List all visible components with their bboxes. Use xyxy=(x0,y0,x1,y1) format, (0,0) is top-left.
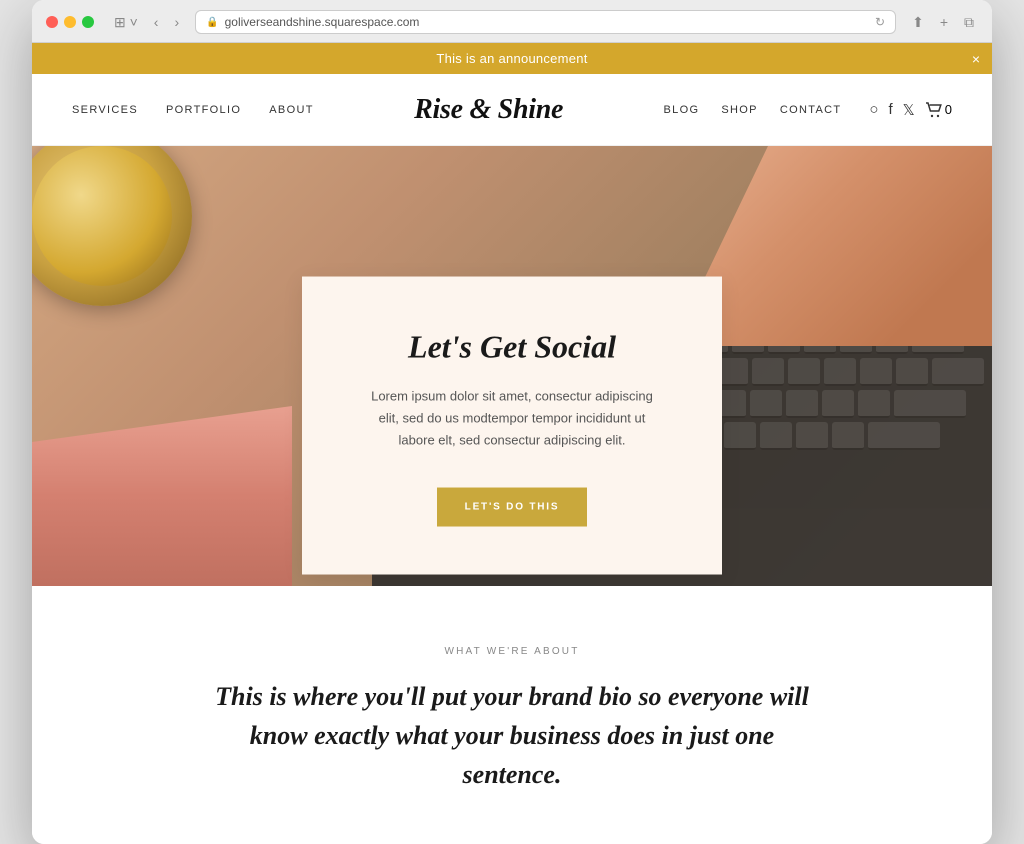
url-display: goliverseandshine.squarespace.com xyxy=(225,15,420,29)
close-button[interactable] xyxy=(46,16,58,28)
facebook-icon[interactable]: f xyxy=(888,101,892,118)
cart-icon[interactable]: 0 xyxy=(925,102,952,118)
announcement-close-button[interactable]: × xyxy=(972,51,980,67)
nav-link-shop[interactable]: SHOP xyxy=(721,104,757,116)
new-tab-button[interactable]: + xyxy=(936,12,952,32)
social-card: Let's Get Social Lorem ipsum dolor sit a… xyxy=(302,277,722,575)
refresh-icon[interactable]: ↻ xyxy=(875,15,885,29)
back-button[interactable]: ‹ xyxy=(150,12,163,32)
site-logo[interactable]: Rise & Shine xyxy=(414,94,563,126)
nav-left: SERVICES PORTFOLIO ABOUT xyxy=(72,104,314,116)
share-button[interactable]: ⬆ xyxy=(908,12,928,33)
about-section: WHAT WE'RE ABOUT This is where you'll pu… xyxy=(32,586,992,844)
browser-actions: ⬆ + ⧉ xyxy=(908,12,978,33)
main-nav: SERVICES PORTFOLIO ABOUT Rise & Shine BL… xyxy=(32,74,992,146)
browser-chrome: ⊞ ˅ ‹ › 🔒 goliverseandshine.squarespace.… xyxy=(32,0,992,43)
lock-icon: 🔒 xyxy=(206,17,218,28)
lets-do-this-button[interactable]: LET'S DO THIS xyxy=(437,488,588,527)
forward-button[interactable]: › xyxy=(170,12,183,32)
fullscreen-button[interactable] xyxy=(82,16,94,28)
nav-link-services[interactable]: SERVICES xyxy=(72,104,138,116)
nav-link-contact[interactable]: CONTACT xyxy=(780,104,842,116)
social-card-body: Lorem ipsum dolor sit amet, consectur ad… xyxy=(362,386,662,452)
announcement-bar: This is an announcement × xyxy=(32,43,992,74)
window-layout-button[interactable]: ⊞ ˅ xyxy=(110,12,142,33)
browser-window: ⊞ ˅ ‹ › 🔒 goliverseandshine.squarespace.… xyxy=(32,0,992,844)
windows-button[interactable]: ⧉ xyxy=(960,12,978,33)
social-card-title: Let's Get Social xyxy=(362,329,662,366)
about-title: This is where you'll put your brand bio … xyxy=(212,677,812,794)
announcement-text: This is an announcement xyxy=(436,51,587,66)
hero-section: Let's Get Social Lorem ipsum dolor sit a… xyxy=(32,146,992,586)
instagram-icon[interactable]: ○ xyxy=(869,101,878,118)
traffic-lights xyxy=(46,16,94,28)
social-icons: ○ f 𝕏 0 xyxy=(869,101,952,119)
nav-link-portfolio[interactable]: PORTFOLIO xyxy=(166,104,241,116)
nav-right: BLOG SHOP CONTACT ○ f 𝕏 0 xyxy=(664,101,952,119)
browser-controls: ⊞ ˅ ‹ › xyxy=(110,12,183,33)
minimize-button[interactable] xyxy=(64,16,76,28)
nav-link-blog[interactable]: BLOG xyxy=(664,104,700,116)
coffee-cup-decoration xyxy=(32,146,192,306)
pink-cloth-decoration xyxy=(32,406,292,586)
address-bar[interactable]: 🔒 goliverseandshine.squarespace.com ↻ xyxy=(195,10,896,34)
about-label: WHAT WE'RE ABOUT xyxy=(112,646,912,657)
cart-count: 0 xyxy=(945,102,952,117)
nav-link-about[interactable]: ABOUT xyxy=(269,104,314,116)
twitter-icon[interactable]: 𝕏 xyxy=(903,101,915,119)
